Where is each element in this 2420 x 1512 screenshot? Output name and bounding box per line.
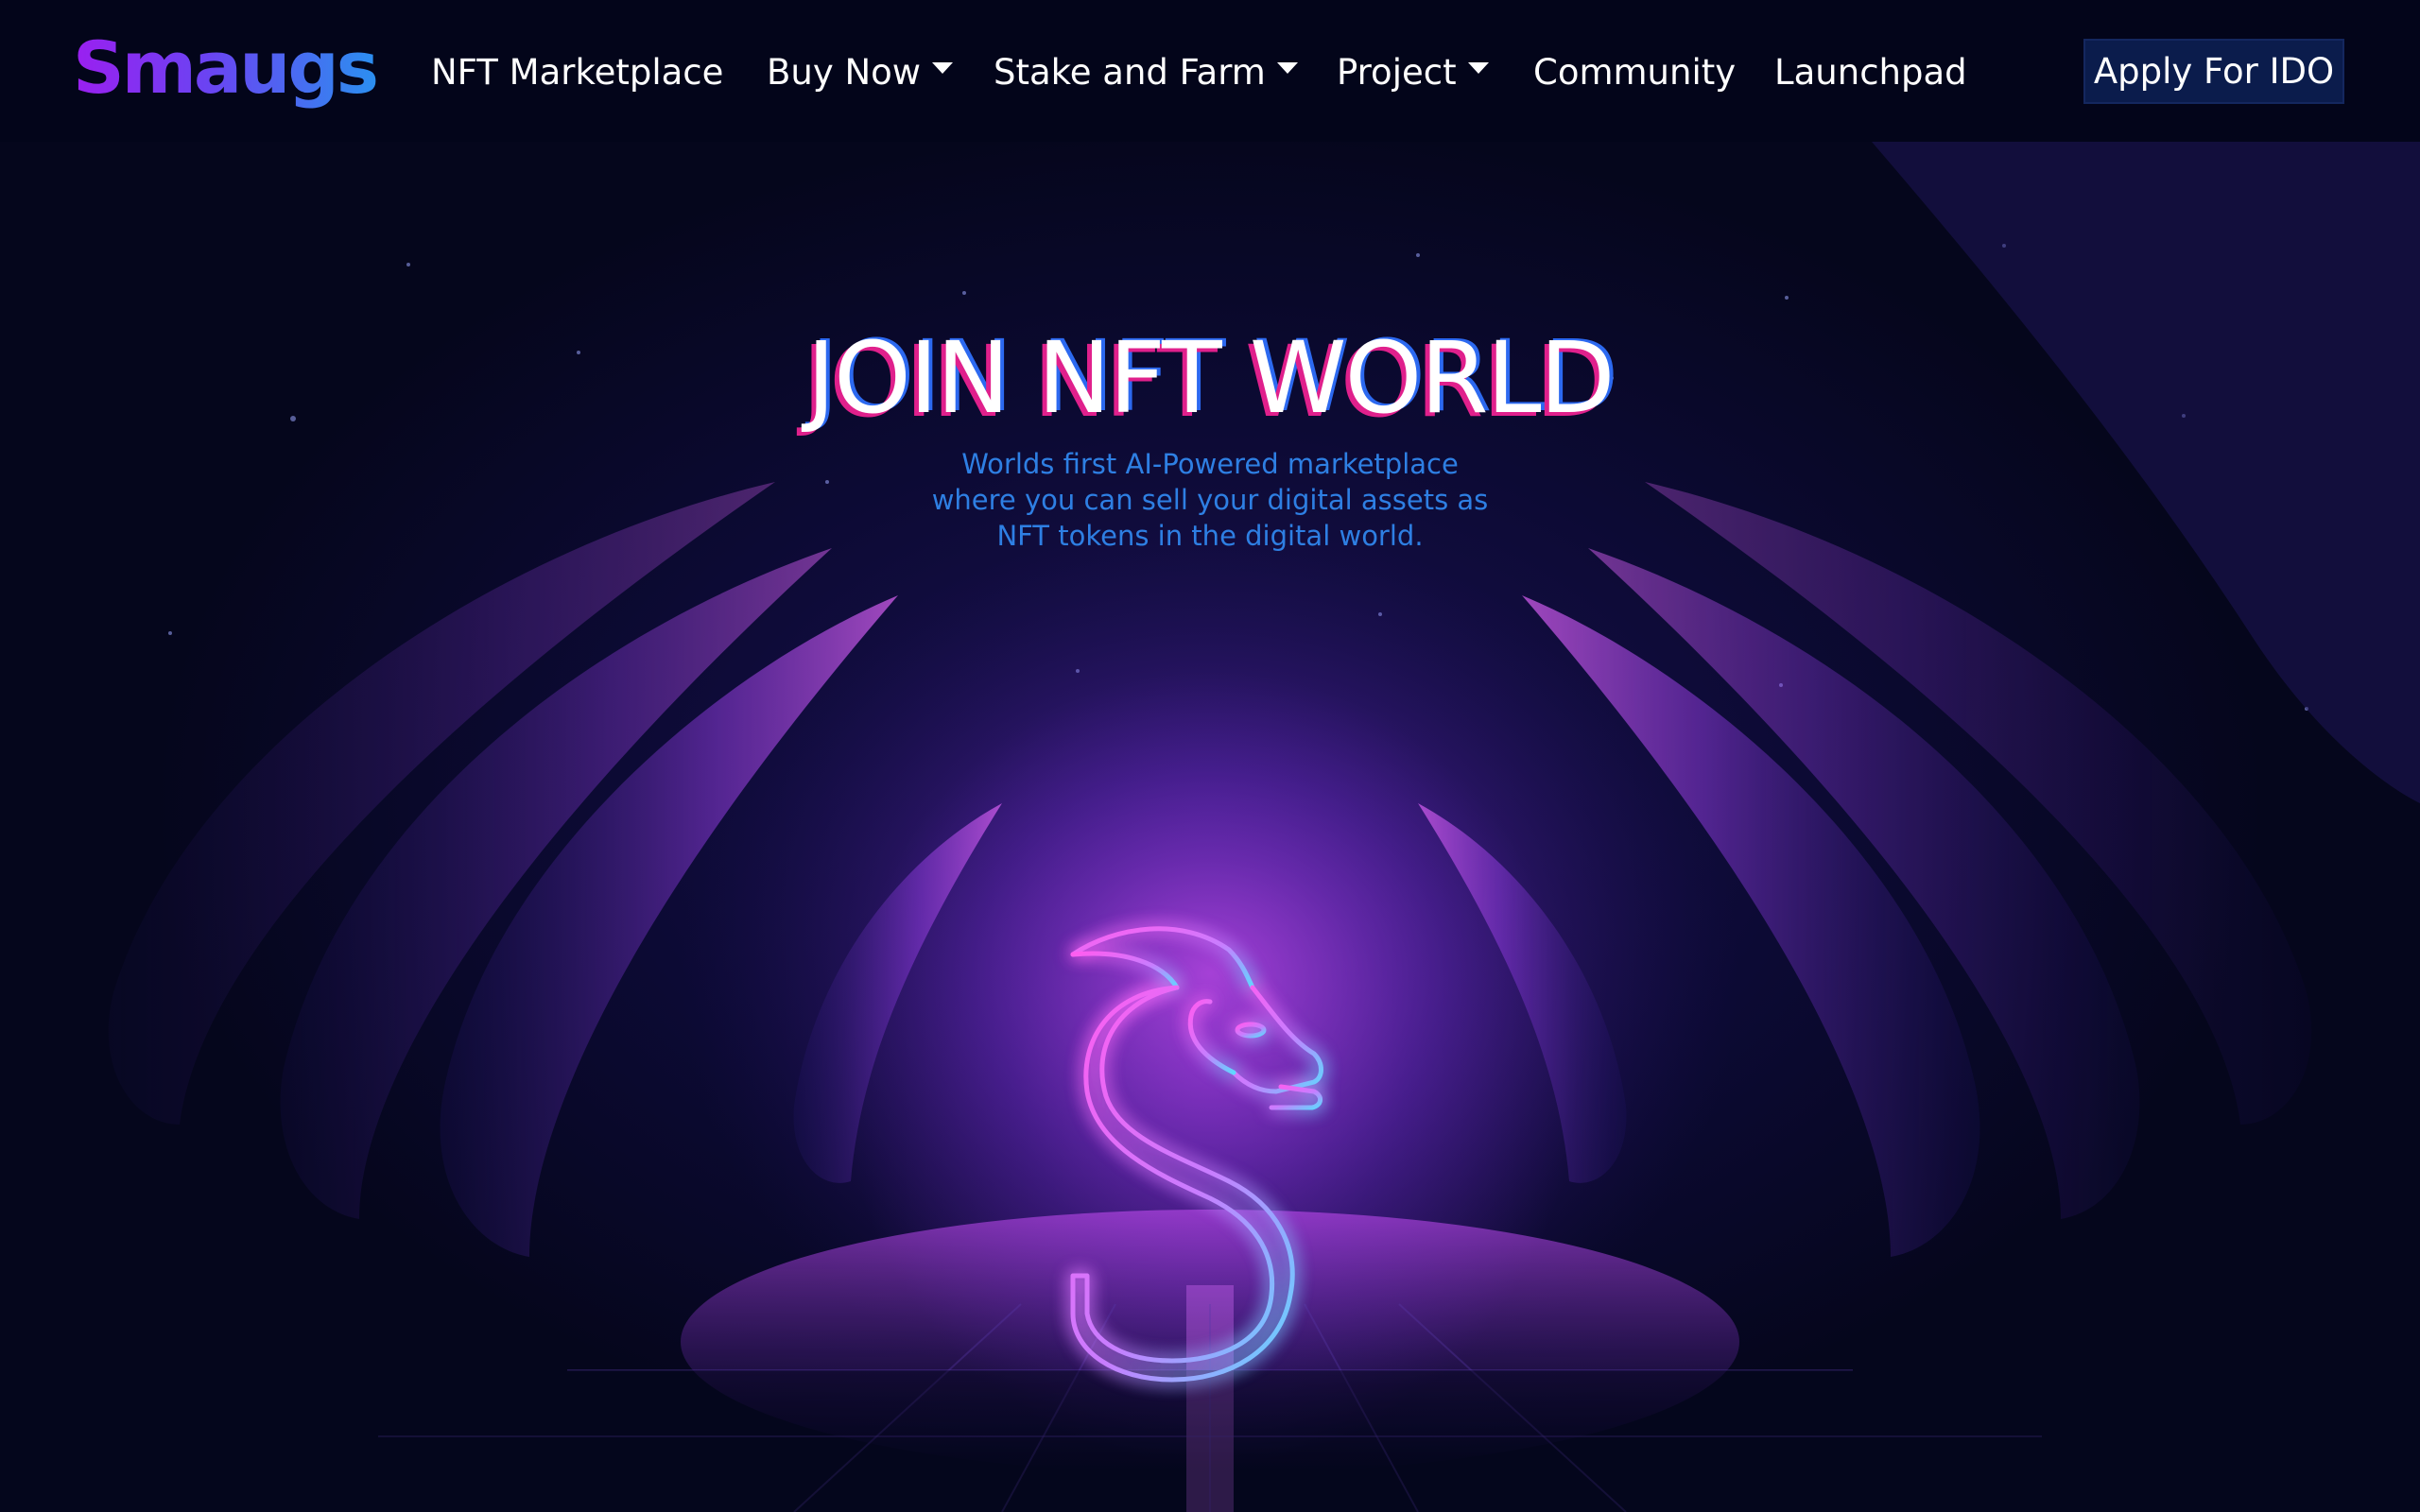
nav-item-label: Launchpad	[1774, 51, 1967, 93]
smaugs-logo[interactable]: Smaugs	[73, 21, 379, 115]
caret-down-icon	[1467, 62, 1489, 74]
nav-item-label: Project	[1337, 51, 1457, 93]
nav-item-project[interactable]: Project	[1337, 45, 1489, 98]
hero-subtitle-line: where you can sell your digital assets a…	[931, 484, 1489, 516]
caret-down-icon	[1276, 62, 1298, 74]
hero-subtitle-line: NFT tokens in the digital world.	[996, 520, 1424, 552]
nav-item-stake-and-farm[interactable]: Stake and Farm	[994, 45, 1298, 98]
nav-item-launchpad[interactable]: Launchpad	[1774, 45, 1967, 98]
apply-for-ido-button[interactable]: Apply For IDO	[2083, 39, 2344, 104]
nav-item-community[interactable]: Community	[1533, 45, 1736, 98]
hero-title: JOIN NFT WORLD	[806, 320, 1615, 436]
nav-item-label: Stake and Farm	[994, 51, 1266, 93]
landing-page: Smaugs NFT Marketplace Buy Now Stake and…	[0, 0, 2420, 1512]
hero-subtitle-line: Worlds first AI-Powered marketplace	[961, 448, 1459, 480]
nav-item-nft-marketplace[interactable]: NFT Marketplace	[431, 45, 723, 98]
hero-subtitle: Worlds first AI-Powered marketplace wher…	[0, 446, 2420, 554]
top-navbar: Smaugs NFT Marketplace Buy Now Stake and…	[0, 0, 2420, 142]
nav-item-buy-now[interactable]: Buy Now	[767, 45, 954, 98]
nav-item-label: NFT Marketplace	[431, 51, 724, 93]
nav-item-label: Buy Now	[767, 51, 922, 93]
nav-item-label: Community	[1533, 51, 1737, 93]
hero-section: JOIN NFT WORLD Worlds first AI-Powered m…	[0, 142, 2420, 1512]
neon-dragon-s-icon	[1070, 926, 1323, 1383]
caret-down-icon	[932, 62, 954, 74]
